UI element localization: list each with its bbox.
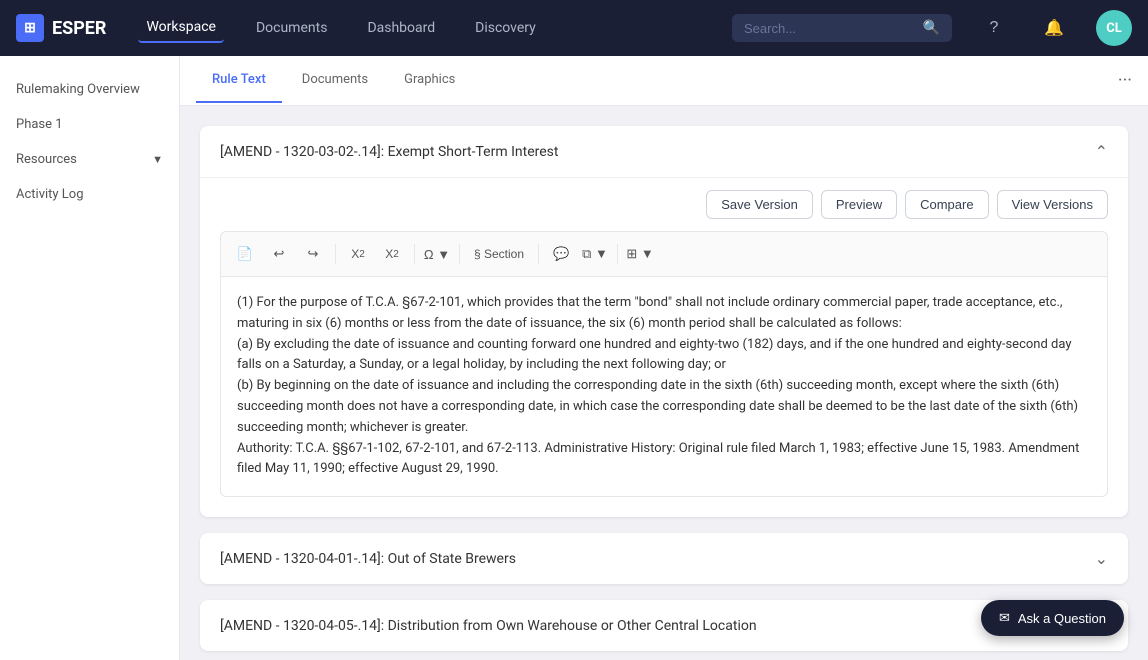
editor-toolbar: 📄 ↩ ↪ X2 X2 Ω ▼ § Section 💬 ⧉ ▼ [220, 231, 1108, 276]
compare-button[interactable]: Compare [905, 190, 988, 219]
toolbar-format-button[interactable]: ⧉ ▼ [581, 240, 609, 268]
editor-text-area[interactable]: (1) For the purpose of T.C.A. §67-2-101,… [220, 276, 1108, 497]
logo-icon: ⊞ [16, 14, 44, 42]
tab-graphics[interactable]: Graphics [388, 58, 471, 103]
sidebar-item-phase1-label: Phase 1 [16, 117, 63, 132]
toolbar-divider-5 [617, 244, 618, 264]
toolbar-divider-2 [414, 244, 415, 264]
nav-discovery[interactable]: Discovery [467, 14, 544, 42]
help-button[interactable]: ? [976, 10, 1012, 46]
brand-name: ESPER [52, 18, 106, 39]
card-exempt-short-term-header[interactable]: [AMEND - 1320-03-02-.14]: Exempt Short-T… [200, 126, 1128, 177]
sidebar-item-resources[interactable]: Resources ▼ [0, 142, 179, 177]
search-icon: 🔍 [923, 20, 940, 36]
ask-question-button[interactable]: ✉ Ask a Question [981, 600, 1124, 636]
toolbar-comment-button[interactable]: 💬 [547, 240, 575, 268]
tabs-more-menu[interactable]: ··· [1118, 70, 1132, 91]
mail-icon: ✉ [999, 610, 1010, 626]
sidebar-item-rulemaking-overview-label: Rulemaking Overview [16, 82, 140, 97]
card-out-of-state-brewers: [AMEND - 1320-04-01-.14]: Out of State B… [200, 533, 1128, 584]
brand-logo: ⊞ ESPER [16, 14, 106, 42]
card-exempt-short-term-title: [AMEND - 1320-03-02-.14]: Exempt Short-T… [220, 144, 558, 160]
toolbar-table-button[interactable]: ⊞ ▼ [626, 240, 654, 268]
notifications-button[interactable]: 🔔 [1036, 10, 1072, 46]
tab-documents[interactable]: Documents [286, 58, 384, 103]
nav-workspace[interactable]: Workspace [138, 13, 224, 43]
tab-rule-text[interactable]: Rule Text [196, 58, 282, 103]
toolbar-superscript-button[interactable]: X2 [378, 240, 406, 268]
card-exempt-short-term-body: Save Version Preview Compare View Versio… [200, 177, 1128, 517]
preview-button[interactable]: Preview [821, 190, 897, 219]
search-input[interactable] [744, 21, 915, 36]
tabs-bar: Rule Text Documents Graphics ··· [180, 56, 1148, 106]
nav-documents[interactable]: Documents [248, 14, 335, 42]
toolbar-section-button[interactable]: § Section [468, 240, 530, 268]
nav-dashboard[interactable]: Dashboard [359, 14, 443, 42]
toolbar-divider-1 [335, 244, 336, 264]
toolbar-undo-button[interactable]: ↩ [265, 240, 293, 268]
chevron-up-icon: ⌃ [1095, 142, 1108, 161]
save-version-button[interactable]: Save Version [706, 190, 813, 219]
toolbar-subscript-button[interactable]: X2 [344, 240, 372, 268]
top-navigation: ⊞ ESPER Workspace Documents Dashboard Di… [0, 0, 1148, 56]
search-box: 🔍 [732, 14, 952, 42]
chevron-down-icon-2: ⌄ [1095, 549, 1108, 568]
toolbar-redo-button[interactable]: ↪ [299, 240, 327, 268]
sidebar-item-activity-log-label: Activity Log [16, 187, 84, 202]
toolbar-divider-4 [538, 244, 539, 264]
sidebar-item-activity-log[interactable]: Activity Log [0, 177, 179, 212]
card-out-of-state-brewers-title: [AMEND - 1320-04-01-.14]: Out of State B… [220, 551, 516, 567]
card-out-of-state-brewers-header[interactable]: [AMEND - 1320-04-01-.14]: Out of State B… [200, 533, 1128, 584]
card-distribution-title: [AMEND - 1320-04-05-.14]: Distribution f… [220, 618, 757, 634]
toolbar-doc-icon[interactable]: 📄 [231, 240, 259, 268]
sidebar-item-rulemaking-overview[interactable]: Rulemaking Overview [0, 72, 179, 107]
sidebar: Rulemaking Overview Phase 1 Resources ▼ … [0, 56, 180, 660]
ask-question-label: Ask a Question [1018, 611, 1106, 626]
chevron-down-icon: ▼ [152, 153, 163, 166]
toolbar-divider-3 [459, 244, 460, 264]
card-exempt-short-term: [AMEND - 1320-03-02-.14]: Exempt Short-T… [200, 126, 1128, 517]
editor-actions: Save Version Preview Compare View Versio… [220, 190, 1108, 219]
avatar[interactable]: CL [1096, 10, 1132, 46]
sidebar-item-phase1[interactable]: Phase 1 [0, 107, 179, 142]
view-versions-button[interactable]: View Versions [997, 190, 1108, 219]
toolbar-omega-button[interactable]: Ω ▼ [423, 240, 451, 268]
content-area: [AMEND - 1320-03-02-.14]: Exempt Short-T… [180, 106, 1148, 660]
main-content: Rule Text Documents Graphics ··· [AMEND … [180, 56, 1148, 660]
sidebar-item-resources-label: Resources [16, 152, 77, 167]
